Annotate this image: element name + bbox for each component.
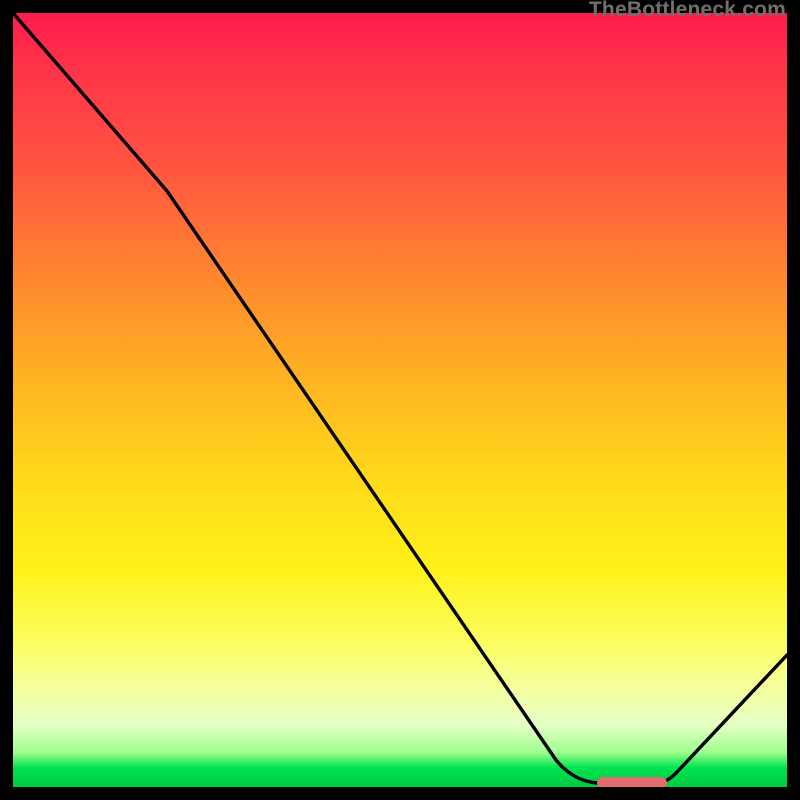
chart-frame: TheBottleneck.com: [0, 0, 800, 800]
bottleneck-curve: [13, 13, 787, 783]
watermark-text: TheBottleneck.com: [589, 0, 786, 22]
optimal-marker: [597, 777, 667, 787]
plot-area: [13, 13, 787, 787]
chart-overlay-svg: [13, 13, 787, 787]
